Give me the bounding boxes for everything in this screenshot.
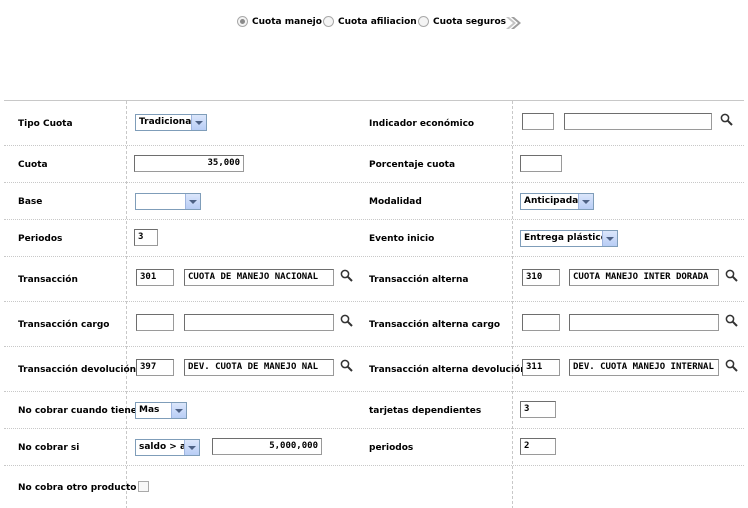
chevron-down-icon — [171, 403, 186, 418]
transaccion-code-input[interactable]: 301 — [136, 269, 174, 286]
form-row: Tipo Cuota Tradicional Indicador económi… — [4, 101, 744, 146]
no-cobrar-si-amount-input[interactable]: 5,000,000 — [212, 438, 322, 455]
form-row: Periodos 3 Evento inicio Entrega plástic… — [4, 220, 744, 257]
periodos-secondary-label: periodos — [369, 443, 414, 453]
porcentaje-cuota-input[interactable] — [520, 155, 562, 172]
no-cobrar-si-condition-select[interactable]: saldo > a — [135, 439, 200, 456]
magnifier-icon[interactable] — [340, 314, 353, 327]
form-row: Transacción devolución 397 DEV. CUOTA DE… — [4, 347, 744, 392]
tarjetas-dependientes-label: tarjetas dependientes — [369, 406, 482, 416]
radio-cuota-afiliacion[interactable]: Cuota afiliacion — [323, 16, 417, 27]
transaccion-alterna-code-input[interactable]: 310 — [522, 269, 560, 286]
indicador-economico-description-input[interactable] — [564, 113, 712, 130]
transaccion-cargo-label: Transacción cargo — [18, 320, 110, 330]
form-row: Transacción 301 CUOTA DE MANEJO NACIONAL… — [4, 257, 744, 302]
magnifier-icon[interactable] — [720, 113, 733, 126]
evento-inicio-value: Entrega plástico — [524, 233, 607, 243]
periodos-input[interactable]: 3 — [134, 229, 158, 246]
radio-unselected-icon — [323, 16, 334, 27]
radio-unselected-icon — [418, 16, 429, 27]
radio-cuota-seguros[interactable]: Cuota seguros — [418, 16, 506, 27]
radio-label: Cuota seguros — [433, 16, 506, 27]
chevron-down-icon — [578, 194, 593, 209]
form-row: No cobrar cuando tiene Mas tarjetas depe… — [4, 392, 744, 429]
transaccion-devolucion-code-input[interactable]: 397 — [136, 359, 174, 376]
transaccion-alterna-cargo-label: Transacción alterna cargo — [369, 320, 501, 330]
tipo-cuota-value: Tradicional — [139, 117, 195, 127]
radio-selected-icon — [237, 16, 248, 27]
transaccion-alterna-description-input[interactable]: CUOTA MANEJO INTER DORADA — [569, 269, 719, 286]
no-cobrar-cuando-tiene-value: Mas — [139, 405, 160, 415]
magnifier-icon[interactable] — [340, 269, 353, 282]
form-row: Cuota 35,000 Porcentaje cuota — [4, 146, 744, 183]
form-row: Base Modalidad Anticipada — [4, 183, 744, 220]
transaccion-alterna-cargo-code-input[interactable] — [522, 314, 560, 331]
periodos-label: Periodos — [18, 234, 63, 244]
radio-cuota-manejo[interactable]: Cuota manejo — [237, 16, 322, 27]
modalidad-value: Anticipada — [524, 196, 579, 206]
evento-inicio-label: Evento inicio — [369, 234, 435, 244]
transaccion-cargo-description-input[interactable] — [184, 314, 334, 331]
fee-form: Tipo Cuota Tradicional Indicador económi… — [4, 100, 744, 508]
no-cobrar-cuando-tiene-label: No cobrar cuando tiene — [18, 406, 137, 416]
no-cobra-otro-producto-checkbox[interactable] — [138, 481, 149, 492]
fee-type-radio-group: Cuota manejo Cuota afiliacion Cuota segu… — [0, 14, 748, 34]
base-label: Base — [18, 197, 43, 207]
magnifier-icon[interactable] — [725, 269, 738, 282]
transaccion-label: Transacción — [18, 275, 78, 285]
form-row: Transacción cargo Transacción alterna ca… — [4, 302, 744, 347]
radio-label: Cuota manejo — [252, 16, 322, 27]
magnifier-icon[interactable] — [340, 359, 353, 372]
chevron-down-icon — [191, 115, 206, 130]
chevron-down-icon — [185, 194, 200, 209]
indicador-economico-label: Indicador económico — [369, 119, 475, 129]
no-cobrar-si-label: No cobrar si — [18, 443, 80, 453]
cuota-label: Cuota — [18, 160, 48, 170]
tipo-cuota-label: Tipo Cuota — [18, 119, 73, 129]
cuota-input[interactable]: 35,000 — [134, 155, 244, 172]
no-cobrar-cuando-tiene-select[interactable]: Mas — [135, 402, 187, 419]
transaccion-alterna-label: Transacción alterna — [369, 275, 469, 285]
magnifier-icon[interactable] — [725, 359, 738, 372]
transaccion-devolucion-description-input[interactable]: DEV. CUOTA DE MANEJO NAL — [184, 359, 334, 376]
form-row: No cobrar si saldo > a 5,000,000 periodo… — [4, 429, 744, 466]
indicador-economico-code-input[interactable] — [522, 113, 554, 130]
transaccion-description-input[interactable]: CUOTA DE MANEJO NACIONAL — [184, 269, 334, 286]
chevron-down-icon — [184, 440, 199, 455]
transaccion-alterna-devolucion-code-input[interactable]: 311 — [522, 359, 560, 376]
transaccion-cargo-code-input[interactable] — [136, 314, 174, 331]
tarjetas-dependientes-input[interactable]: 3 — [520, 401, 556, 418]
porcentaje-cuota-label: Porcentaje cuota — [369, 160, 456, 170]
modalidad-select[interactable]: Anticipada — [520, 193, 594, 210]
modalidad-label: Modalidad — [369, 197, 422, 207]
transaccion-alterna-devolucion-label: Transacción alterna devolución — [369, 365, 527, 375]
evento-inicio-select[interactable]: Entrega plástico — [520, 230, 618, 247]
no-cobrar-si-condition-value: saldo > a — [139, 442, 187, 452]
tipo-cuota-select[interactable]: Tradicional — [135, 114, 207, 131]
base-select[interactable] — [135, 193, 201, 210]
periodos-secondary-input[interactable]: 2 — [520, 438, 556, 455]
transaccion-alterna-cargo-description-input[interactable] — [569, 314, 719, 331]
radio-label: Cuota afiliacion — [338, 16, 417, 27]
form-row: No cobra otro producto — [4, 466, 744, 508]
no-cobra-otro-producto-label: No cobra otro producto — [18, 483, 137, 493]
magnifier-icon[interactable] — [725, 314, 738, 327]
transaccion-devolucion-label: Transacción devolución — [18, 365, 137, 375]
transaccion-alterna-devolucion-description-input[interactable]: DEV. CUOTA MANEJO INTERNAL — [569, 359, 719, 376]
double-chevron-right-icon[interactable] — [504, 14, 522, 32]
chevron-down-icon — [602, 231, 617, 246]
